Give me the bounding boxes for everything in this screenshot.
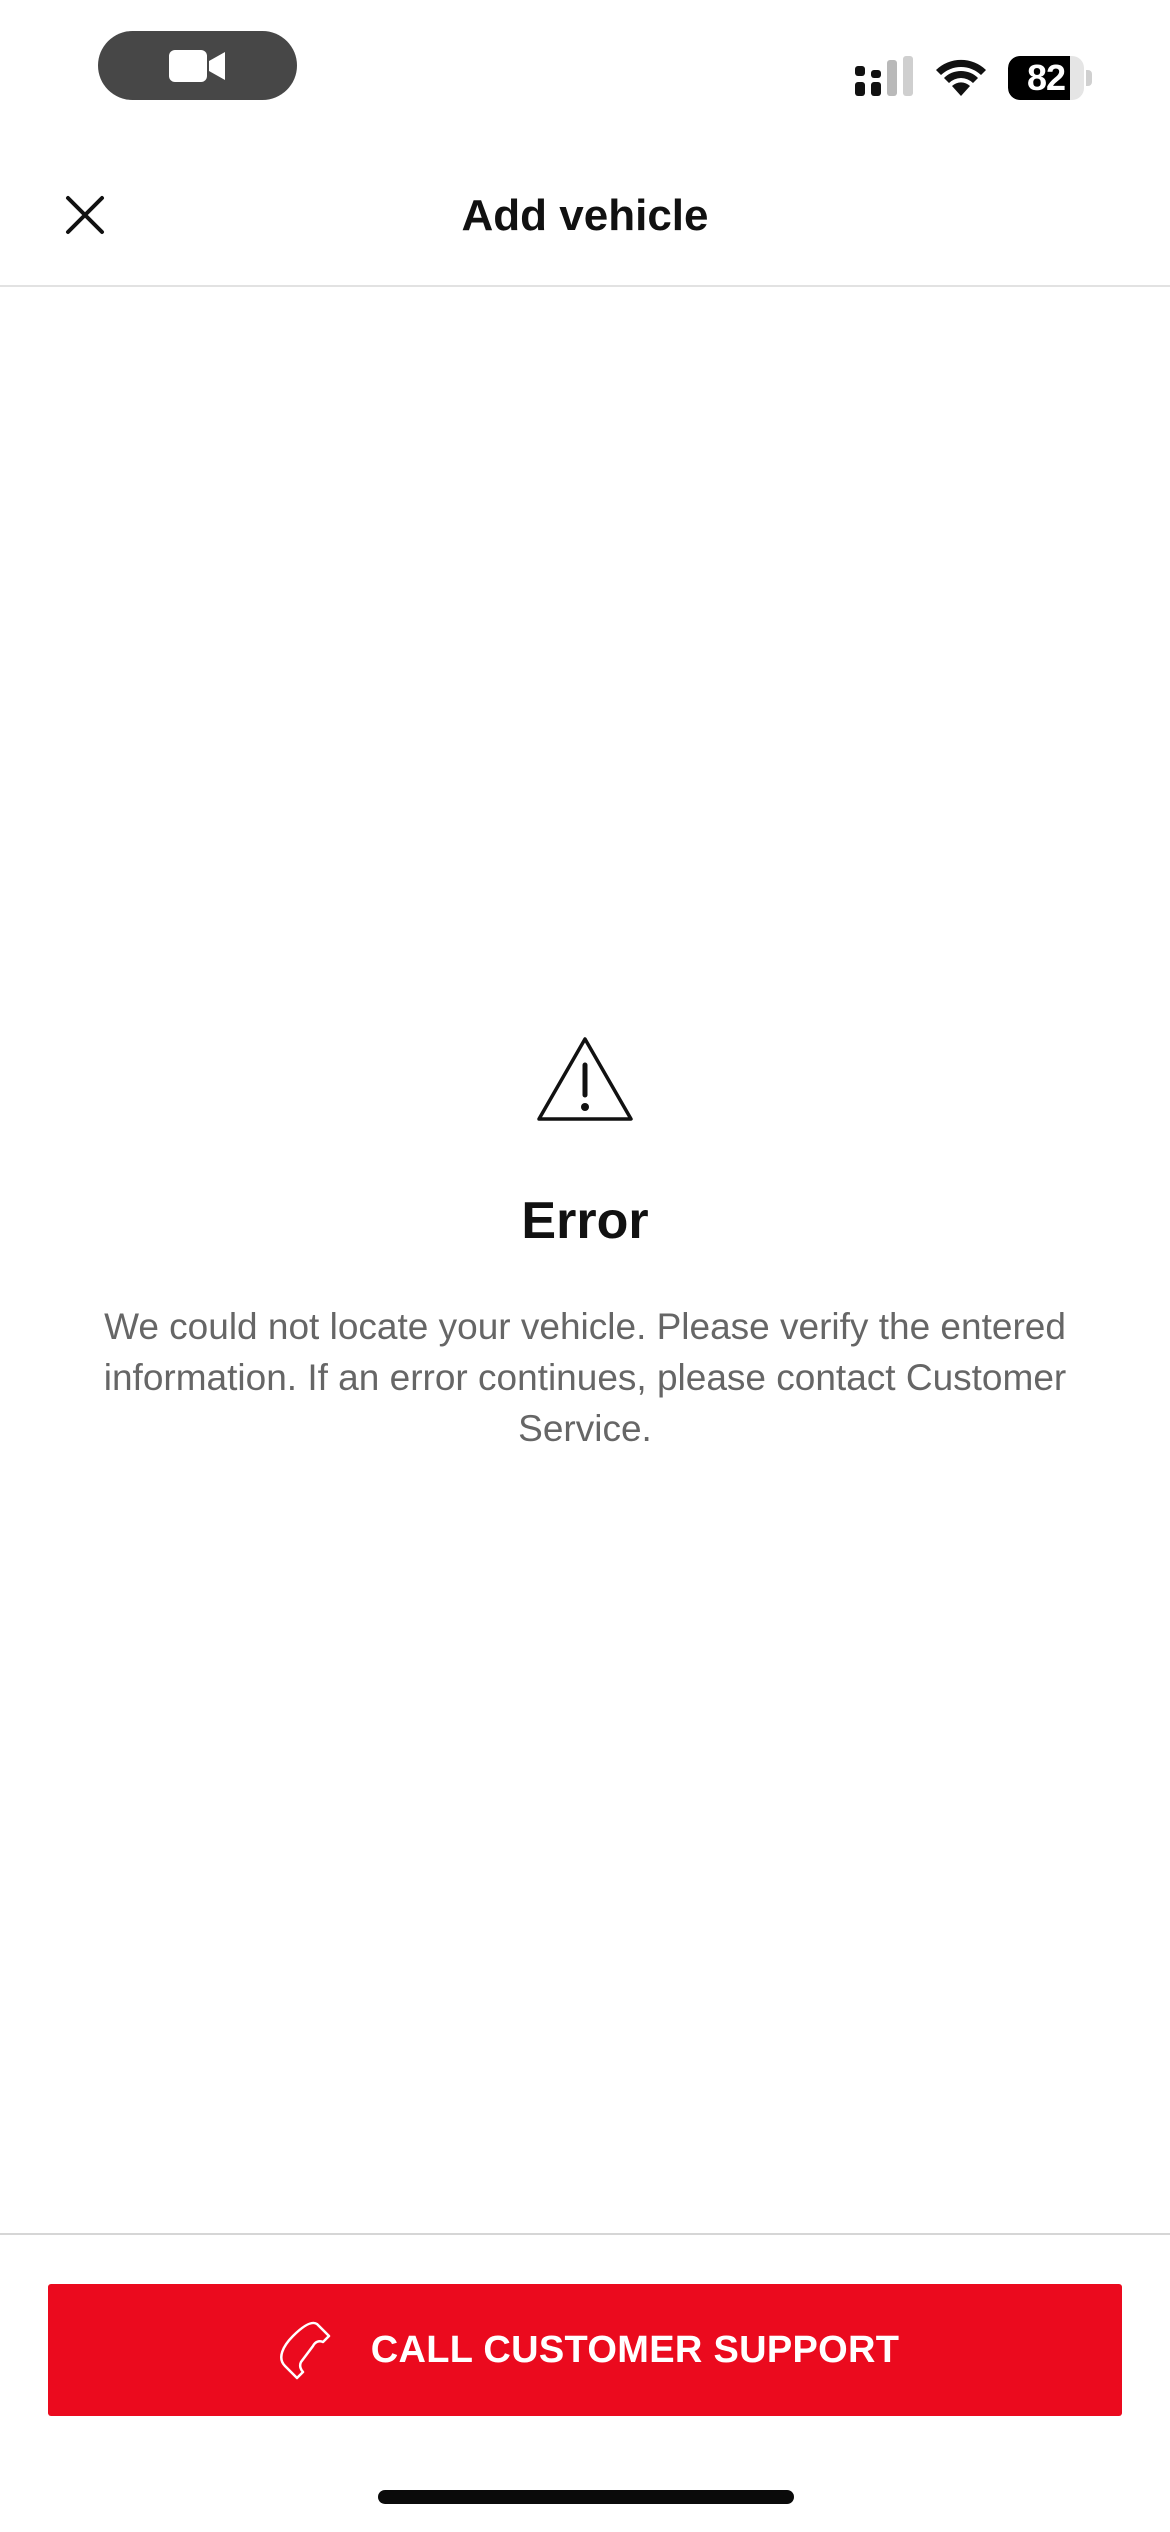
battery-level: 82	[1026, 57, 1066, 98]
error-message: We could not locate your vehicle. Please…	[103, 1306, 1067, 1449]
error-state: Error We could not locate your vehicle. …	[0, 1035, 1170, 1454]
phone-icon	[279, 2321, 330, 2380]
error-title: Error	[521, 1192, 649, 1250]
page-title: Add vehicle	[461, 191, 709, 240]
footer-divider	[0, 2233, 1170, 2235]
call-customer-support-label: CALL CUSTOMER SUPPORT	[370, 2328, 900, 2371]
header: Add vehicle	[0, 150, 1170, 287]
video-camera-icon	[168, 49, 225, 82]
call-customer-support-button[interactable]: CALL CUSTOMER SUPPORT	[48, 2284, 1122, 2416]
warning-triangle-icon	[537, 1037, 633, 1121]
home-indicator[interactable]	[378, 2490, 794, 2504]
cellular-signal-icon	[855, 56, 913, 96]
status-bar: 82	[0, 0, 1170, 135]
battery-icon: 82	[1008, 56, 1092, 100]
wifi-icon	[936, 59, 986, 96]
facetime-indicator[interactable]	[98, 31, 297, 100]
